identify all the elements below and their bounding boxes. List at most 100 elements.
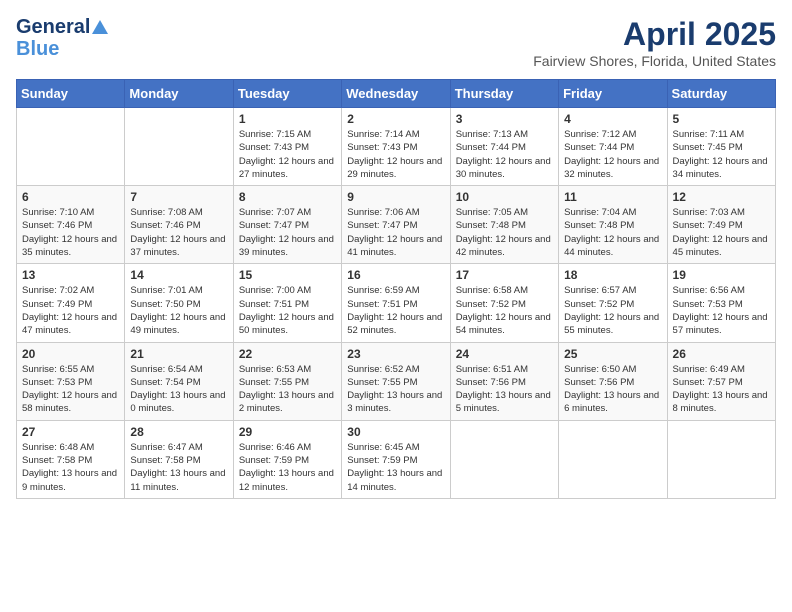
day-info: Sunrise: 6:49 AM Sunset: 7:57 PM Dayligh… xyxy=(673,363,770,416)
day-info: Sunrise: 6:47 AM Sunset: 7:58 PM Dayligh… xyxy=(130,441,227,494)
calendar-week-row: 6Sunrise: 7:10 AM Sunset: 7:46 PM Daylig… xyxy=(17,186,776,264)
day-info: Sunrise: 6:51 AM Sunset: 7:56 PM Dayligh… xyxy=(456,363,553,416)
day-number: 26 xyxy=(673,347,770,361)
day-number: 24 xyxy=(456,347,553,361)
day-info: Sunrise: 7:00 AM Sunset: 7:51 PM Dayligh… xyxy=(239,284,336,337)
day-info: Sunrise: 6:53 AM Sunset: 7:55 PM Dayligh… xyxy=(239,363,336,416)
location: Fairview Shores, Florida, United States xyxy=(533,53,776,69)
calendar-header-saturday: Saturday xyxy=(667,80,775,108)
calendar-week-row: 27 Sunrise: 6:48 AM Sunset: 7:58 PM Dayli… xyxy=(17,420,776,498)
day-number: 4 xyxy=(564,112,661,126)
day-info: Sunrise: 7:07 AM Sunset: 7:47 PM Dayligh… xyxy=(239,206,336,259)
calendar-cell: 2Sunrise: 7:14 AM Sunset: 7:43 PM Daylig… xyxy=(342,108,450,186)
page-header: General Blue April 2025 Fairview Shores,… xyxy=(16,16,776,69)
day-number: 27 xyxy=(22,425,119,439)
day-info: Sunrise: 6:48 AM Sunset: 7:58 PM Dayligh… xyxy=(22,441,119,494)
calendar-header-friday: Friday xyxy=(559,80,667,108)
calendar-cell: 14Sunrise: 7:01 AM Sunset: 7:50 PM Dayli… xyxy=(125,264,233,342)
calendar-cell: 19Sunrise: 6:56 AM Sunset: 7:53 PM Dayli… xyxy=(667,264,775,342)
calendar-cell: 28 Sunrise: 6:47 AM Sunset: 7:58 PM Dayli… xyxy=(125,420,233,498)
calendar-cell: 24 Sunrise: 6:51 AM Sunset: 7:56 PM Dayli… xyxy=(450,342,558,420)
day-info: Sunrise: 7:11 AM Sunset: 7:45 PM Dayligh… xyxy=(673,128,770,181)
day-info: Sunrise: 6:55 AM Sunset: 7:53 PM Dayligh… xyxy=(22,363,119,416)
day-info: Sunrise: 6:45 AM Sunset: 7:59 PM Dayligh… xyxy=(347,441,444,494)
calendar-header-tuesday: Tuesday xyxy=(233,80,341,108)
day-info: Sunrise: 7:12 AM Sunset: 7:44 PM Dayligh… xyxy=(564,128,661,181)
calendar-cell: 16 Sunrise: 6:59 AM Sunset: 7:51 PM Dayli… xyxy=(342,264,450,342)
day-info: Sunrise: 7:03 AM Sunset: 7:49 PM Dayligh… xyxy=(673,206,770,259)
day-number: 12 xyxy=(673,190,770,204)
calendar-cell xyxy=(17,108,125,186)
day-number: 1 xyxy=(239,112,336,126)
calendar-cell: 29Sunrise: 6:46 AM Sunset: 7:59 PM Dayli… xyxy=(233,420,341,498)
calendar-cell: 5 Sunrise: 7:11 AM Sunset: 7:45 PM Daylig… xyxy=(667,108,775,186)
day-number: 9 xyxy=(347,190,444,204)
calendar-header-thursday: Thursday xyxy=(450,80,558,108)
calendar-week-row: 1 Sunrise: 7:15 AM Sunset: 7:43 PM Daylig… xyxy=(17,108,776,186)
day-number: 30 xyxy=(347,425,444,439)
day-number: 22 xyxy=(239,347,336,361)
day-number: 20 xyxy=(22,347,119,361)
calendar-cell: 17 Sunrise: 6:58 AM Sunset: 7:52 PM Dayli… xyxy=(450,264,558,342)
day-number: 5 xyxy=(673,112,770,126)
day-number: 23 xyxy=(347,347,444,361)
day-info: Sunrise: 7:01 AM Sunset: 7:50 PM Dayligh… xyxy=(130,284,227,337)
calendar-cell: 6Sunrise: 7:10 AM Sunset: 7:46 PM Daylig… xyxy=(17,186,125,264)
logo: General Blue xyxy=(16,16,108,60)
calendar-table: SundayMondayTuesdayWednesdayThursdayFrid… xyxy=(16,79,776,499)
calendar-cell xyxy=(667,420,775,498)
day-number: 15 xyxy=(239,268,336,282)
calendar-header-wednesday: Wednesday xyxy=(342,80,450,108)
day-number: 25 xyxy=(564,347,661,361)
day-number: 10 xyxy=(456,190,553,204)
calendar-week-row: 20 Sunrise: 6:55 AM Sunset: 7:53 PM Dayli… xyxy=(17,342,776,420)
calendar-cell: 9 Sunrise: 7:06 AM Sunset: 7:47 PM Daylig… xyxy=(342,186,450,264)
day-number: 11 xyxy=(564,190,661,204)
day-number: 13 xyxy=(22,268,119,282)
calendar-cell xyxy=(450,420,558,498)
day-info: Sunrise: 7:04 AM Sunset: 7:48 PM Dayligh… xyxy=(564,206,661,259)
day-info: Sunrise: 6:46 AM Sunset: 7:59 PM Dayligh… xyxy=(239,441,336,494)
calendar-cell: 21 Sunrise: 6:54 AM Sunset: 7:54 PM Dayli… xyxy=(125,342,233,420)
day-info: Sunrise: 7:05 AM Sunset: 7:48 PM Dayligh… xyxy=(456,206,553,259)
calendar-cell: 18Sunrise: 6:57 AM Sunset: 7:52 PM Dayli… xyxy=(559,264,667,342)
calendar-cell: 13Sunrise: 7:02 AM Sunset: 7:49 PM Dayli… xyxy=(17,264,125,342)
day-number: 21 xyxy=(130,347,227,361)
calendar-cell: 20 Sunrise: 6:55 AM Sunset: 7:53 PM Dayli… xyxy=(17,342,125,420)
calendar-cell xyxy=(125,108,233,186)
calendar-header-sunday: Sunday xyxy=(17,80,125,108)
calendar-cell: 26 Sunrise: 6:49 AM Sunset: 7:57 PM Dayli… xyxy=(667,342,775,420)
calendar-cell: 7Sunrise: 7:08 AM Sunset: 7:46 PM Daylig… xyxy=(125,186,233,264)
calendar-cell: 11 Sunrise: 7:04 AM Sunset: 7:48 PM Dayli… xyxy=(559,186,667,264)
day-number: 8 xyxy=(239,190,336,204)
day-info: Sunrise: 6:52 AM Sunset: 7:55 PM Dayligh… xyxy=(347,363,444,416)
logo-general: General xyxy=(16,16,90,38)
calendar-week-row: 13Sunrise: 7:02 AM Sunset: 7:49 PM Dayli… xyxy=(17,264,776,342)
day-info: Sunrise: 6:54 AM Sunset: 7:54 PM Dayligh… xyxy=(130,363,227,416)
calendar-cell: 23 Sunrise: 6:52 AM Sunset: 7:55 PM Dayli… xyxy=(342,342,450,420)
day-info: Sunrise: 7:13 AM Sunset: 7:44 PM Dayligh… xyxy=(456,128,553,181)
day-info: Sunrise: 7:06 AM Sunset: 7:47 PM Dayligh… xyxy=(347,206,444,259)
calendar-cell: 22 Sunrise: 6:53 AM Sunset: 7:55 PM Dayli… xyxy=(233,342,341,420)
calendar-cell: 27 Sunrise: 6:48 AM Sunset: 7:58 PM Dayli… xyxy=(17,420,125,498)
day-number: 28 xyxy=(130,425,227,439)
calendar-header-monday: Monday xyxy=(125,80,233,108)
calendar-cell: 10 Sunrise: 7:05 AM Sunset: 7:48 PM Dayli… xyxy=(450,186,558,264)
day-info: Sunrise: 6:57 AM Sunset: 7:52 PM Dayligh… xyxy=(564,284,661,337)
logo-triangle-icon xyxy=(92,20,108,34)
day-info: Sunrise: 6:58 AM Sunset: 7:52 PM Dayligh… xyxy=(456,284,553,337)
calendar-cell: 15 Sunrise: 7:00 AM Sunset: 7:51 PM Dayli… xyxy=(233,264,341,342)
title-area: April 2025 Fairview Shores, Florida, Uni… xyxy=(533,16,776,69)
day-number: 6 xyxy=(22,190,119,204)
calendar-cell xyxy=(559,420,667,498)
day-info: Sunrise: 7:15 AM Sunset: 7:43 PM Dayligh… xyxy=(239,128,336,181)
calendar-cell: 30 Sunrise: 6:45 AM Sunset: 7:59 PM Dayli… xyxy=(342,420,450,498)
day-info: Sunrise: 7:08 AM Sunset: 7:46 PM Dayligh… xyxy=(130,206,227,259)
day-info: Sunrise: 6:50 AM Sunset: 7:56 PM Dayligh… xyxy=(564,363,661,416)
day-number: 2 xyxy=(347,112,444,126)
day-info: Sunrise: 6:59 AM Sunset: 7:51 PM Dayligh… xyxy=(347,284,444,337)
day-number: 17 xyxy=(456,268,553,282)
calendar-cell: 12 Sunrise: 7:03 AM Sunset: 7:49 PM Dayli… xyxy=(667,186,775,264)
calendar-cell: 8 Sunrise: 7:07 AM Sunset: 7:47 PM Daylig… xyxy=(233,186,341,264)
day-number: 16 xyxy=(347,268,444,282)
